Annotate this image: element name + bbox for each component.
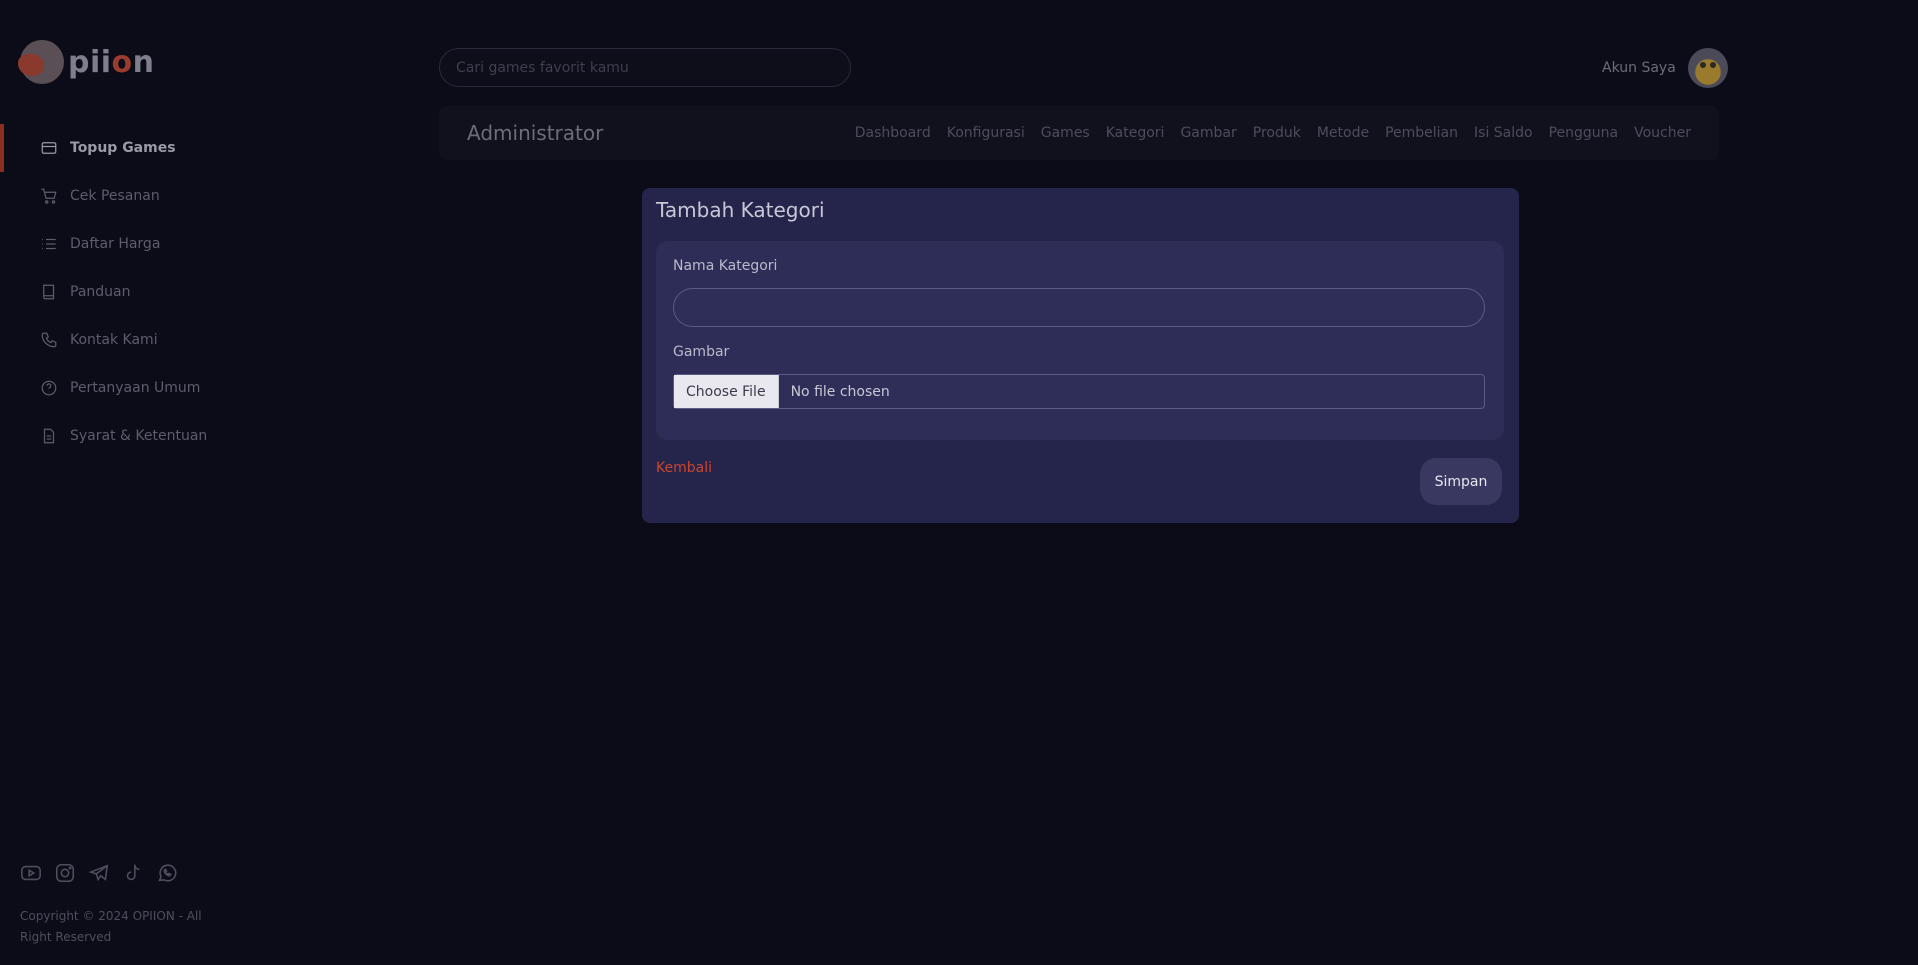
sidebar-item-label: Topup Games [70,140,176,156]
admin-navbar: Administrator Dashboard Konfigurasi Game… [439,106,1719,160]
list-icon [40,235,58,253]
admin-title: Administrator [467,121,604,145]
instagram-icon[interactable] [54,862,76,884]
copyright-text: Copyright © 2024 OPIION - All Right Rese… [20,909,202,944]
card-icon [40,139,58,157]
sidebar-item-pertanyaan-umum[interactable]: Pertanyaan Umum [0,364,260,412]
cart-icon [40,187,58,205]
account-label: Akun Saya [1602,60,1676,76]
file-status: No file chosen [790,383,890,400]
admin-link-konfigurasi[interactable]: Konfigurasi [947,125,1025,141]
sidebar: piion Topup Games Cek Pesanan Daftar Har… [0,0,260,965]
sidebar-item-label: Kontak Kami [70,332,158,348]
category-name-input[interactable] [673,288,1485,327]
admin-link-games[interactable]: Games [1041,125,1090,141]
book-icon [40,283,58,301]
admin-link-dashboard[interactable]: Dashboard [855,125,931,141]
question-icon [40,379,58,397]
account-menu[interactable]: Akun Saya [1602,48,1728,88]
admin-link-produk[interactable]: Produk [1253,125,1301,141]
admin-link-pembelian[interactable]: Pembelian [1385,125,1458,141]
image-file-input[interactable]: Choose File No file chosen [673,374,1485,409]
phone-icon [40,331,58,349]
sidebar-item-kontak-kami[interactable]: Kontak Kami [0,316,260,364]
admin-nav-links: Dashboard Konfigurasi Games Kategori Gam… [855,125,1691,141]
sidebar-item-label: Pertanyaan Umum [70,380,201,396]
add-category-card: Tambah Kategori Nama Kategori Gambar Cho… [642,188,1519,523]
sidebar-item-syarat-ketentuan[interactable]: Syarat & Ketentuan [0,412,260,460]
sidebar-item-label: Daftar Harga [70,236,161,252]
category-name-label: Nama Kategori [673,258,778,274]
back-link[interactable]: Kembali [656,460,712,476]
sidebar-item-label: Cek Pesanan [70,188,160,204]
admin-link-voucher[interactable]: Voucher [1634,125,1691,141]
whatsapp-icon[interactable] [156,862,178,884]
save-button[interactable]: Simpan [1420,458,1502,505]
card-title: Tambah Kategori [656,198,825,222]
sidebar-item-cek-pesanan[interactable]: Cek Pesanan [0,172,260,220]
admin-link-isi-saldo[interactable]: Isi Saldo [1474,125,1533,141]
sidebar-item-label: Syarat & Ketentuan [70,428,208,444]
sidebar-item-panduan[interactable]: Panduan [0,268,260,316]
search-input[interactable] [439,48,851,87]
telegram-icon[interactable] [88,862,110,884]
sidebar-item-label: Panduan [70,284,131,300]
admin-link-pengguna[interactable]: Pengguna [1549,125,1619,141]
sidebar-item-topup-games[interactable]: Topup Games [0,124,260,172]
logo-text: piion [68,44,155,80]
tiktok-icon[interactable] [122,862,144,884]
admin-link-kategori[interactable]: Kategori [1106,125,1165,141]
admin-link-gambar[interactable]: Gambar [1180,125,1236,141]
admin-link-metode[interactable]: Metode [1317,125,1369,141]
brand-logo[interactable]: piion [18,38,155,86]
form-panel: Nama Kategori Gambar Choose File No file… [656,241,1504,440]
avatar[interactable] [1687,48,1728,88]
youtube-icon[interactable] [20,862,42,884]
sidebar-nav: Topup Games Cek Pesanan Daftar Harga Pan… [0,124,260,460]
choose-file-button[interactable]: Choose File [674,375,779,408]
sidebar-item-daftar-harga[interactable]: Daftar Harga [0,220,260,268]
social-links [20,862,178,884]
document-icon [40,427,58,445]
image-label: Gambar [673,344,730,360]
logo-icon [18,40,64,84]
